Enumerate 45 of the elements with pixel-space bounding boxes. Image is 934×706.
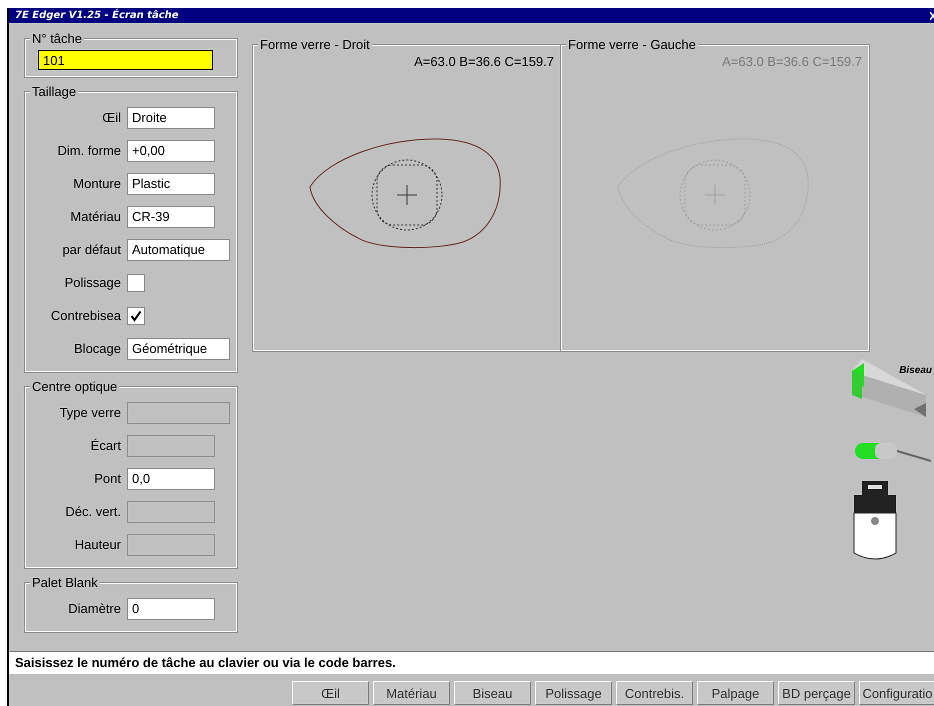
field-label: Polissage	[64, 275, 122, 290]
status-bar: Saisissez le numéro de tâche au clavier ou via le code barres.	[9, 651, 934, 674]
checkbox[interactable]	[127, 274, 145, 292]
field-label: Monture	[72, 176, 122, 191]
window-title: 7E Edger V1.25 - Écran tâche	[15, 10, 179, 21]
input-field[interactable]: Géométrique	[127, 338, 230, 360]
panel-label: Forme verre - Droit	[258, 37, 372, 52]
group-label: Taillage	[30, 84, 78, 99]
dimensions-text: A=63.0 B=36.6 C=159.7	[414, 54, 554, 69]
toolbar-button[interactable]: Biseau	[454, 681, 531, 705]
toolbar-button[interactable]: Polissage	[535, 681, 612, 705]
input-field[interactable]: Plastic	[127, 172, 215, 194]
group-label: N° tâche	[30, 31, 84, 46]
input-field[interactable]: 0	[127, 598, 215, 620]
toolbar-button[interactable]: Œil	[292, 681, 369, 705]
field-label: Écart	[90, 438, 122, 453]
field-label: Contrebisea	[50, 308, 122, 323]
field-label: Type verre	[58, 405, 122, 420]
field-label: Blocage	[73, 341, 122, 356]
input-field[interactable]: +0,00	[127, 140, 215, 162]
toolbar-button[interactable]: Configuratio	[859, 681, 934, 705]
field-label: Diamètre	[67, 601, 122, 616]
field-label: Hauteur	[74, 537, 122, 552]
tool-label: Biseau	[899, 365, 932, 376]
input-field[interactable]: Automatique	[127, 238, 230, 260]
panel-label: Forme verre - Gauche	[566, 37, 698, 52]
toolbar-button[interactable]: Matériau	[373, 681, 450, 705]
spindle-chuck-icon	[852, 481, 898, 561]
field-label: Déc. vert.	[64, 504, 122, 519]
group-label: Palet Blank	[30, 575, 100, 590]
field-label: par défaut	[61, 242, 122, 257]
toolbar-button[interactable]: BD perçage	[778, 681, 855, 705]
field-label: Dim. forme	[56, 143, 122, 158]
dimensions-text: A=63.0 B=36.6 C=159.7	[722, 54, 862, 69]
input-field[interactable]: CR-39	[127, 206, 215, 228]
group-label: Centre optique	[30, 379, 120, 394]
toolbar-button[interactable]: Palpage	[697, 681, 774, 705]
input-field[interactable]: 0,0	[127, 468, 215, 490]
field-label: Pont	[93, 471, 122, 486]
field-label: Matériau	[69, 209, 122, 224]
job-number-field[interactable]: 101	[38, 50, 213, 70]
input-field[interactable]: Droite	[127, 106, 215, 128]
checkbox[interactable]	[127, 306, 145, 324]
field-label: Œil	[101, 110, 122, 125]
toolbar-button[interactable]: Contrebis.	[616, 681, 693, 705]
